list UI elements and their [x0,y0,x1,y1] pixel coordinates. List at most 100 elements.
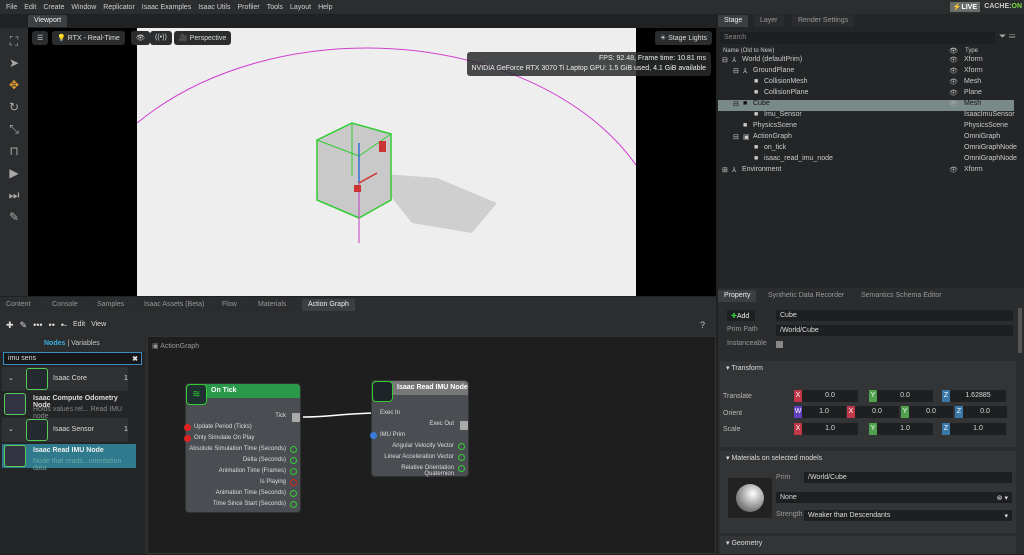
stage-row[interactable]: ■ CollisionPlane 👁 Plane [718,89,1014,100]
tab-action-graph[interactable]: Action Graph [302,299,355,311]
stage-row[interactable]: ■ PhysicsScene PhysicsScene [718,122,1014,133]
geometry-section[interactable]: ▾ Geometry [720,536,1016,554]
port-output[interactable]: Animation Time (Frames) [219,468,297,475]
play-icon[interactable]: ▶ [7,166,21,180]
expand-icon[interactable]: ⊟ [722,56,728,64]
menu-help[interactable]: Help [318,4,332,11]
expand-icon[interactable]: ⊟ [733,100,739,108]
port-only-simulate[interactable]: Only Simulate On Play [184,435,254,442]
scrollbar[interactable] [1018,308,1022,353]
move-icon[interactable]: ✥ [7,78,21,92]
clear-icon[interactable]: ✖ [132,355,138,363]
stage-row[interactable]: ■ Imu_Sensor IsaacImuSensor [718,111,1015,122]
eye-icon[interactable]: 👁 [949,47,958,55]
frame-icon[interactable]: ⛶ [7,34,21,48]
output-pin[interactable] [290,479,297,486]
port-imu-prim[interactable]: IMU Prim [370,432,405,439]
viewport[interactable]: ☰ 💡 RTX - Real-Time 👁 ((•)) 🎥 Perspectiv… [28,28,716,296]
tab-property[interactable]: Property [718,290,757,302]
tab-render-settings[interactable]: Render Settings [792,15,855,27]
stage-row[interactable]: ⊟ ▣ ActionGraph OmniGraph [718,133,1014,144]
tab-semantics[interactable]: Semantics Schema Editor [855,290,948,302]
translate-z-input[interactable]: 1.62885 [950,390,1006,402]
scale-y-input[interactable]: 1.0 [877,423,933,435]
port-tick[interactable]: Tick [275,413,300,422]
menu-profiler[interactable]: Profiler [238,4,260,11]
tab-flow[interactable]: Flow [216,299,243,311]
stage-row[interactable]: ⊟ ■ Cube 👁 Mesh [718,100,1014,111]
filter-icon[interactable]: ⏷ ☰ [999,31,1015,42]
stage-search-input[interactable]: Search [720,32,995,44]
port-output[interactable]: Linear Acceleration Vector [384,454,465,461]
scale-x-input[interactable]: 1.0 [802,423,858,435]
input-pin[interactable] [184,424,191,431]
menu-layout[interactable]: Layout [290,4,311,11]
category-isaac-sensor[interactable]: ⌄ Isaac Sensor 1 [2,418,128,442]
stage-lights-button[interactable]: ☀ Stage Lights [654,31,712,45]
menu-tools[interactable]: Tools [267,4,283,11]
port-output[interactable]: Absolute Simulation Time (Seconds) [189,446,297,453]
expand-icon[interactable]: ⊞ [722,166,728,174]
tab-viewport[interactable]: Viewport [28,15,68,27]
paint-icon[interactable]: ✎ [7,210,21,224]
clear-dropdown-icon[interactable]: ⊗ ▾ [997,494,1008,502]
tab-samples[interactable]: Samples [91,299,131,311]
edit-icon[interactable]: ✎ [20,320,28,331]
orient-y-input[interactable]: 0.0 [909,406,953,418]
visibility-icon[interactable]: 👁 [949,89,958,97]
output-pin[interactable] [290,468,297,475]
port-update-period[interactable]: Update Period (Ticks) [184,424,252,431]
menu-replicator[interactable]: Replicator [103,4,135,11]
settings-button[interactable]: ☰ [32,31,49,45]
translate-y-input[interactable]: 0.0 [877,390,933,402]
snap-icon[interactable]: ⊓ [7,144,21,158]
tab-isaac-assets[interactable]: Isaac Assets (Beta) [138,299,211,311]
layout-icon[interactable]: ••• [33,320,42,331]
port-output[interactable]: Time Since Start (Seconds) [213,501,297,508]
scale-z-input[interactable]: 1.0 [950,423,1006,435]
category-isaac-core[interactable]: ⌄ Isaac Core 1 [2,367,128,391]
tab-synthetic-data[interactable]: Synthetic Data Recorder [762,290,851,302]
menu-create[interactable]: Create [43,4,64,11]
menu-window[interactable]: Window [71,4,96,11]
menu-isaac-utils[interactable]: Isaac Utils [198,4,230,11]
node-item-selected[interactable]: Isaac Read IMU Node Node that reads...ori… [2,444,136,472]
select-icon[interactable]: ➤ [7,56,21,70]
prim-path-input[interactable]: /World/Cube [776,325,1013,336]
stage-row[interactable]: ■ CollisionMesh 👁 Mesh [718,78,1014,89]
port-exec-out[interactable]: Exec Out [429,421,468,430]
stage-row[interactable]: ⊞ ⅄ Environment 👁 Xform [718,166,1014,177]
visibility-icon[interactable]: 👁 [949,67,958,75]
output-pin[interactable] [290,490,297,497]
orient-w-input[interactable]: 1.0 [802,406,846,418]
port-output[interactable]: Relative Orientation Quaternion [372,465,465,477]
eye-icon[interactable]: 👁 [131,31,150,45]
output-pin[interactable] [290,446,297,453]
material-dropdown[interactable]: None ⊗ ▾ [776,492,1012,503]
view-menu[interactable]: View [91,321,106,331]
translate-x-input[interactable]: 0.0 [802,390,858,402]
orient-x-input[interactable]: 0.0 [855,406,899,418]
output-pin[interactable] [458,454,465,461]
orient-z-input[interactable]: 0.0 [963,406,1007,418]
port-output[interactable]: Angular Velocity Vector [392,443,465,450]
stage-row[interactable]: ⊟ ⅄ GroundPlane 👁 Xform [718,67,1014,78]
camera-button[interactable]: 🎥 Perspective [174,31,232,45]
menu-file[interactable]: File [6,4,17,11]
material-prim-field[interactable]: /World/Cube [804,472,1012,483]
layout2-icon[interactable]: •• [49,320,55,331]
expand-icon[interactable]: ⊟ [733,67,739,75]
tab-nodes[interactable]: Nodes [44,340,65,347]
layout3-icon[interactable]: •- [61,320,67,331]
renderer-button[interactable]: 💡 RTX - Real-Time [52,31,125,45]
live-button[interactable]: ⚡LIVE [949,2,980,12]
scale-icon[interactable]: ⤡ [7,122,21,136]
stage-row[interactable]: ■ isaac_read_imu_node OmniGraphNode [718,155,1017,166]
port-output[interactable]: Animation Time (Seconds) [216,490,297,497]
edit-menu[interactable]: Edit [73,321,85,331]
tab-layer[interactable]: Layer [754,15,784,27]
input-pin[interactable] [184,435,191,442]
add-icon[interactable]: ✚ [6,320,14,331]
visibility-icon[interactable]: 👁 [949,56,958,64]
instanceable-checkbox[interactable] [776,341,783,348]
